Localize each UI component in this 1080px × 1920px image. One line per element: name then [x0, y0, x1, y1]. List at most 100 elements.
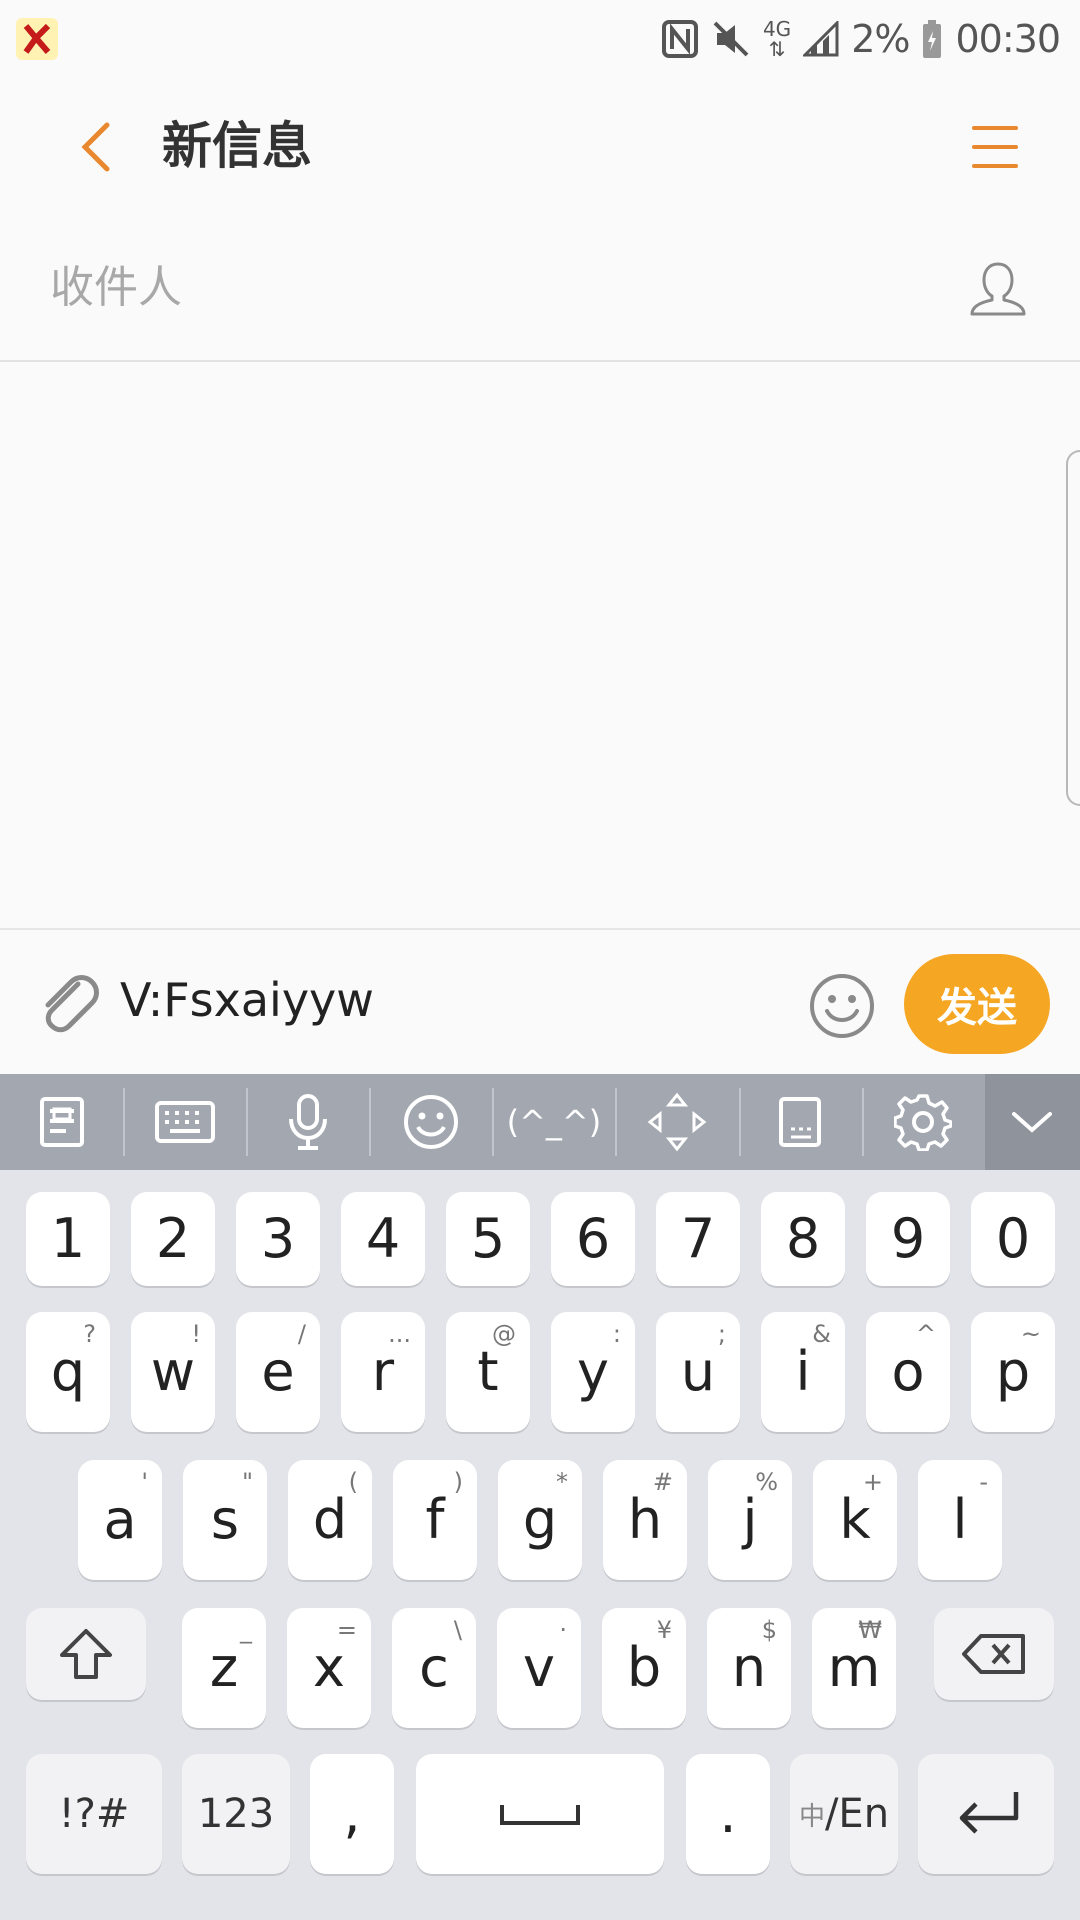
key-r[interactable]: r...	[341, 1312, 425, 1432]
numbers-key[interactable]: 123	[182, 1754, 290, 1874]
key-o-secondary-label: ^	[915, 1320, 936, 1348]
key-i-secondary-label: &	[812, 1320, 831, 1348]
key-y-label: y	[577, 1340, 609, 1403]
shift-key[interactable]	[26, 1608, 146, 1700]
key-4[interactable]: 4	[341, 1192, 425, 1286]
enter-arrow-icon	[959, 1792, 1019, 1834]
key-p-secondary-label: ~	[1020, 1320, 1041, 1348]
key-q-secondary-label: ?	[83, 1320, 96, 1348]
emoji-button[interactable]	[808, 972, 876, 1040]
key-w[interactable]: w!	[131, 1312, 215, 1432]
key-d[interactable]: d(	[288, 1460, 372, 1580]
key-b-label: b	[626, 1636, 662, 1699]
key-a[interactable]: a '	[78, 1460, 162, 1580]
compose-bar: V:Fsxaiyyw 发送	[0, 928, 1080, 1074]
key-u[interactable]: u;	[656, 1312, 740, 1432]
language-switch-key[interactable]: 中/En	[790, 1754, 898, 1874]
key-x[interactable]: x =	[287, 1608, 371, 1728]
key-v[interactable]: v ·	[497, 1608, 581, 1728]
edge-panel-handle[interactable]	[1066, 450, 1080, 806]
key-1[interactable]: 1	[26, 1192, 110, 1286]
cursor-move-button[interactable]	[615, 1074, 738, 1170]
voice-input-button[interactable]	[246, 1074, 369, 1170]
keyboard-mode-button[interactable]	[123, 1074, 246, 1170]
back-button[interactable]	[60, 112, 130, 182]
contact-picker-button[interactable]	[966, 256, 1030, 320]
key-i[interactable]: i &	[761, 1312, 845, 1432]
key-l[interactable]: l-	[918, 1460, 1002, 1580]
key-s[interactable]: s "	[183, 1460, 267, 1580]
directional-arrows-icon	[647, 1092, 707, 1152]
contact-icon	[970, 262, 1026, 316]
key-6[interactable]: 6	[551, 1192, 635, 1286]
key-o[interactable]: o ^	[866, 1312, 950, 1432]
key-m[interactable]: m ₩	[812, 1608, 896, 1728]
key-f[interactable]: f)	[393, 1460, 477, 1580]
key-v-label: v	[523, 1636, 555, 1699]
paperclip-icon	[45, 975, 99, 1033]
key-0[interactable]: 0	[971, 1192, 1055, 1286]
key-8[interactable]: 8	[761, 1192, 845, 1286]
key-r-secondary-label: ...	[388, 1320, 411, 1348]
key-m-label: m	[827, 1636, 881, 1699]
key-u-label: u	[680, 1340, 716, 1403]
key-9[interactable]: 9	[866, 1192, 950, 1286]
key-3[interactable]: 3	[236, 1192, 320, 1286]
key-2[interactable]: 2	[131, 1192, 215, 1286]
space-bar-icon	[500, 1805, 580, 1825]
key-k[interactable]: k +	[813, 1460, 897, 1580]
menu-button[interactable]	[960, 112, 1030, 182]
space-key[interactable]	[416, 1754, 664, 1874]
key-c-secondary-label: \	[453, 1616, 462, 1644]
backspace-icon	[962, 1634, 1025, 1674]
enter-key[interactable]	[918, 1754, 1054, 1874]
key-h-label: h	[627, 1488, 663, 1551]
message-input[interactable]: V:Fsxaiyyw	[120, 970, 374, 1030]
emoticon-label: (^_^)	[506, 1103, 602, 1141]
key-w-secondary-label: !	[191, 1320, 201, 1348]
key-5[interactable]: 5	[446, 1192, 530, 1286]
comma-key[interactable]: ,	[310, 1754, 394, 1874]
key-l-secondary-label: -	[979, 1468, 988, 1496]
key-y[interactable]: y:	[551, 1312, 635, 1432]
key-p[interactable]: p ~	[971, 1312, 1055, 1432]
key-4-label: 4	[365, 1207, 401, 1270]
key-c-label: c	[419, 1636, 449, 1699]
key-b[interactable]: b ¥	[602, 1608, 686, 1728]
key-z[interactable]: z _	[182, 1608, 266, 1728]
keyboard-settings-button[interactable]	[861, 1074, 985, 1170]
emoticon-button[interactable]: (^_^)	[492, 1074, 615, 1170]
key-j-label: j	[742, 1488, 758, 1551]
key-d-label: d	[312, 1488, 348, 1551]
key-g[interactable]: g *	[498, 1460, 582, 1580]
floating-keyboard-button[interactable]	[738, 1074, 862, 1170]
smiley-icon	[403, 1095, 458, 1149]
send-button[interactable]: 发送	[904, 954, 1050, 1054]
key-j[interactable]: j%	[708, 1460, 792, 1580]
backspace-key[interactable]	[934, 1608, 1054, 1700]
hide-keyboard-button[interactable]	[984, 1074, 1080, 1170]
gear-icon	[894, 1094, 953, 1151]
page-title: 新信息	[162, 117, 312, 175]
key-n[interactable]: n $	[707, 1608, 791, 1728]
key-h[interactable]: h #	[603, 1460, 687, 1580]
comma-key-label: ,	[343, 1782, 361, 1845]
emoji-keyboard-button[interactable]	[369, 1074, 492, 1170]
period-key[interactable]: .	[686, 1754, 770, 1874]
clipboard-icon	[39, 1097, 84, 1147]
smiley-icon	[810, 974, 874, 1038]
key-c[interactable]: c \	[392, 1608, 476, 1728]
key-t[interactable]: t @	[446, 1312, 530, 1432]
key-6-label: 6	[575, 1207, 611, 1270]
clipboard-button[interactable]	[0, 1074, 123, 1170]
key-q[interactable]: q?	[26, 1312, 110, 1432]
attach-button[interactable]	[30, 966, 104, 1040]
key-i-label: i	[795, 1340, 811, 1403]
symbols-key[interactable]: !?#	[26, 1754, 162, 1874]
shift-arrow-icon	[60, 1629, 112, 1679]
key-7[interactable]: 7	[656, 1192, 740, 1286]
key-k-secondary-label: +	[862, 1468, 883, 1496]
language-zh-label: 中	[798, 1801, 825, 1832]
recipient-input[interactable]	[50, 252, 910, 322]
key-e[interactable]: e /	[236, 1312, 320, 1432]
